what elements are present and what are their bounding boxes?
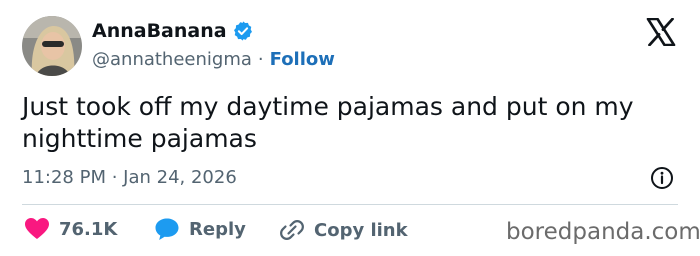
- handle-separator: ·: [257, 49, 264, 70]
- avatar-photo: [22, 16, 82, 76]
- watermark: boredpanda.com: [506, 219, 700, 245]
- reply-button[interactable]: Reply: [154, 217, 246, 241]
- author-handle[interactable]: @annatheenigma: [92, 49, 252, 70]
- speech-bubble-icon: [154, 217, 180, 241]
- likes-count: 76.1K: [59, 218, 118, 240]
- copy-link-label: Copy link: [314, 219, 408, 241]
- author-display-name[interactable]: AnnaBanana: [92, 20, 227, 42]
- like-button[interactable]: 76.1K: [24, 217, 117, 241]
- reply-label: Reply: [189, 218, 246, 240]
- x-logo-icon[interactable]: [646, 17, 676, 47]
- author-handle-row: @annatheenigma · Follow: [92, 49, 335, 70]
- tweet-text: Just took off my daytime pajamas and put…: [22, 92, 634, 153]
- link-icon: [279, 217, 305, 243]
- follow-link[interactable]: Follow: [270, 49, 335, 70]
- avatar[interactable]: [22, 16, 82, 76]
- tweet-timestamp[interactable]: 11:28 PM · Jan 24, 2026: [22, 167, 237, 188]
- info-icon[interactable]: [650, 166, 674, 190]
- author-name-row: AnnaBanana: [92, 20, 254, 42]
- verified-badge-icon: [232, 20, 254, 42]
- copy-link-button[interactable]: Copy link: [279, 217, 408, 243]
- actions-divider: [22, 204, 678, 205]
- heart-icon: [24, 217, 50, 241]
